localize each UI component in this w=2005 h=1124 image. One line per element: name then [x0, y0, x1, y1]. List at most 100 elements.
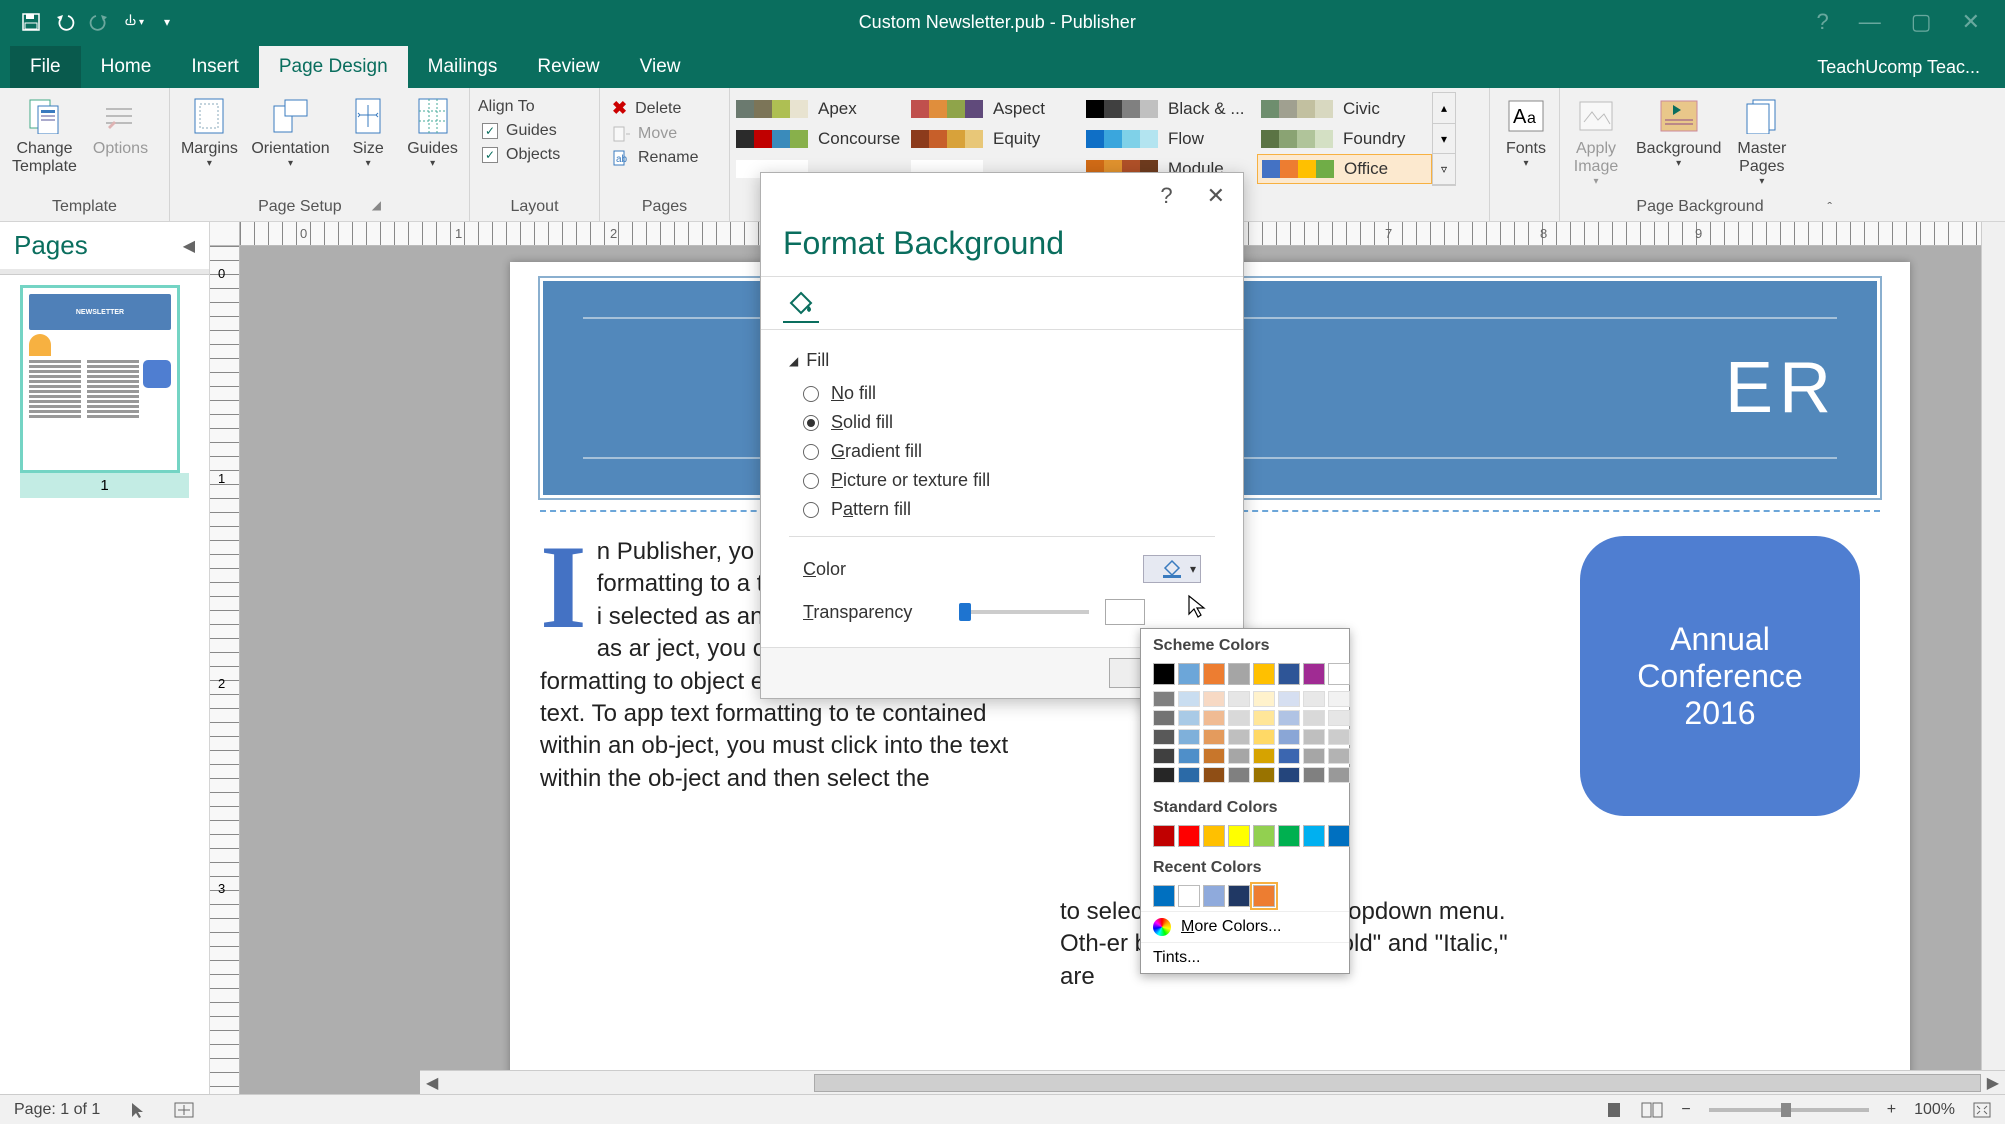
tab-insert[interactable]: Insert — [171, 46, 259, 88]
page-setup-launcher-icon[interactable]: ◢ — [372, 198, 381, 216]
color-swatch[interactable] — [1178, 729, 1200, 745]
ribbon-collapse-icon[interactable]: ˆ — [1827, 199, 1832, 215]
color-swatch[interactable] — [1253, 710, 1275, 726]
fonts-button[interactable]: Aa Fonts▾ — [1496, 92, 1556, 173]
fill-section-header[interactable]: ◢Fill — [789, 344, 1215, 383]
minimize-icon[interactable]: — — [1859, 9, 1881, 35]
rename-page-button[interactable]: abRename — [606, 147, 723, 169]
color-swatch[interactable] — [1228, 825, 1250, 847]
background-button[interactable]: Background▾ — [1630, 92, 1727, 173]
vertical-scrollbar[interactable] — [1981, 222, 2005, 1070]
scheme-item[interactable]: Civic — [1257, 94, 1432, 124]
pages-panel-collapse-icon[interactable]: ◀ — [183, 236, 195, 256]
scheme-item[interactable]: Aspect — [907, 94, 1082, 124]
color-swatch[interactable] — [1328, 825, 1350, 847]
fill-tab-icon[interactable] — [783, 287, 819, 323]
color-swatch[interactable] — [1328, 710, 1350, 726]
color-swatch[interactable] — [1153, 691, 1175, 707]
color-swatch[interactable] — [1203, 767, 1225, 783]
color-swatch[interactable] — [1328, 748, 1350, 764]
color-swatch[interactable] — [1228, 748, 1250, 764]
page-thumbnail[interactable]: NEWSLETTER — [20, 285, 180, 473]
color-swatch[interactable] — [1278, 710, 1300, 726]
scheme-item[interactable]: Apex — [732, 94, 907, 124]
color-swatch[interactable] — [1328, 691, 1350, 707]
schemes-down-icon[interactable]: ▾ — [1433, 124, 1455, 155]
save-icon[interactable] — [20, 11, 42, 33]
color-swatch[interactable] — [1228, 691, 1250, 707]
color-swatch[interactable] — [1203, 825, 1225, 847]
picture-fill-radio[interactable]: Picture or texture fill — [803, 470, 1215, 491]
color-swatch[interactable] — [1278, 748, 1300, 764]
color-swatch[interactable] — [1153, 710, 1175, 726]
color-swatch[interactable] — [1178, 885, 1200, 907]
scheme-item[interactable]: Concourse — [732, 124, 907, 154]
color-swatch[interactable] — [1153, 825, 1175, 847]
color-swatch[interactable] — [1253, 663, 1275, 685]
tab-view[interactable]: View — [620, 46, 701, 88]
solid-fill-radio[interactable]: Solid fill — [803, 412, 1215, 433]
user-label[interactable]: TeachUcomp Teac... — [1792, 47, 2005, 88]
color-swatch[interactable] — [1178, 767, 1200, 783]
color-swatch[interactable] — [1153, 885, 1175, 907]
page-indicator[interactable]: Page: 1 of 1 — [14, 1101, 100, 1119]
color-swatch[interactable] — [1178, 748, 1200, 764]
callout-shape[interactable]: Annual Conference 2016 — [1580, 536, 1860, 816]
color-swatch[interactable] — [1228, 767, 1250, 783]
undo-icon[interactable] — [54, 11, 76, 33]
color-swatch[interactable] — [1203, 748, 1225, 764]
schemes-scroll[interactable]: ▴ ▾ ▿ — [1432, 92, 1456, 186]
color-swatch[interactable] — [1178, 825, 1200, 847]
single-page-view-icon[interactable] — [1605, 1102, 1623, 1118]
change-template-button[interactable]: Change Template — [6, 92, 83, 180]
transparency-input[interactable] — [1105, 599, 1145, 625]
transparency-slider[interactable] — [959, 610, 1089, 614]
color-swatch[interactable] — [1278, 691, 1300, 707]
color-swatch[interactable] — [1253, 767, 1275, 783]
color-swatch[interactable] — [1253, 748, 1275, 764]
zoom-in-icon[interactable]: + — [1887, 1101, 1896, 1119]
redo-icon[interactable] — [88, 11, 110, 33]
color-swatch[interactable] — [1303, 767, 1325, 783]
color-swatch[interactable] — [1178, 691, 1200, 707]
more-colors-item[interactable]: More Colors... — [1141, 911, 1349, 942]
tab-file[interactable]: File — [10, 46, 81, 88]
zoom-level[interactable]: 100% — [1914, 1101, 1955, 1119]
close-icon[interactable]: ✕ — [1962, 9, 1980, 35]
color-swatch[interactable] — [1328, 729, 1350, 745]
color-swatch[interactable] — [1303, 691, 1325, 707]
color-swatch[interactable] — [1303, 729, 1325, 745]
tab-review[interactable]: Review — [517, 46, 619, 88]
scheme-item[interactable]: Black & ... — [1082, 94, 1257, 124]
color-swatch[interactable] — [1228, 885, 1250, 907]
objects-checkbox[interactable]: ✓Objects — [476, 144, 593, 166]
color-swatch[interactable] — [1278, 729, 1300, 745]
horizontal-scrollbar[interactable]: ◀ ▶ — [420, 1070, 2005, 1094]
color-swatch[interactable] — [1303, 663, 1325, 685]
help-icon[interactable]: ? — [1817, 9, 1829, 35]
color-swatch[interactable] — [1153, 767, 1175, 783]
color-swatch[interactable] — [1328, 767, 1350, 783]
guides-button[interactable]: Guides▾ — [402, 92, 463, 173]
color-swatch[interactable] — [1228, 663, 1250, 685]
color-swatch[interactable] — [1253, 885, 1275, 907]
tab-home[interactable]: Home — [81, 46, 172, 88]
color-swatch[interactable] — [1303, 710, 1325, 726]
color-swatch[interactable] — [1328, 663, 1350, 685]
schemes-more-icon[interactable]: ▿ — [1433, 154, 1455, 185]
schemes-up-icon[interactable]: ▴ — [1433, 93, 1455, 124]
color-swatch[interactable] — [1303, 748, 1325, 764]
gradient-fill-radio[interactable]: Gradient fill — [803, 441, 1215, 462]
master-pages-button[interactable]: Master Pages▾ — [1731, 92, 1792, 191]
zoom-out-icon[interactable]: − — [1681, 1101, 1690, 1119]
guides-checkbox[interactable]: ✓Guides — [476, 120, 593, 142]
maximize-icon[interactable]: ▢ — [1911, 9, 1932, 35]
color-swatch[interactable] — [1278, 825, 1300, 847]
color-swatch[interactable] — [1228, 710, 1250, 726]
move-page-button[interactable]: Move — [606, 123, 723, 145]
color-swatch[interactable] — [1203, 691, 1225, 707]
color-swatch[interactable] — [1203, 885, 1225, 907]
color-swatch[interactable] — [1153, 729, 1175, 745]
color-swatch[interactable] — [1303, 825, 1325, 847]
dialog-close-icon[interactable]: ✕ — [1207, 183, 1225, 209]
